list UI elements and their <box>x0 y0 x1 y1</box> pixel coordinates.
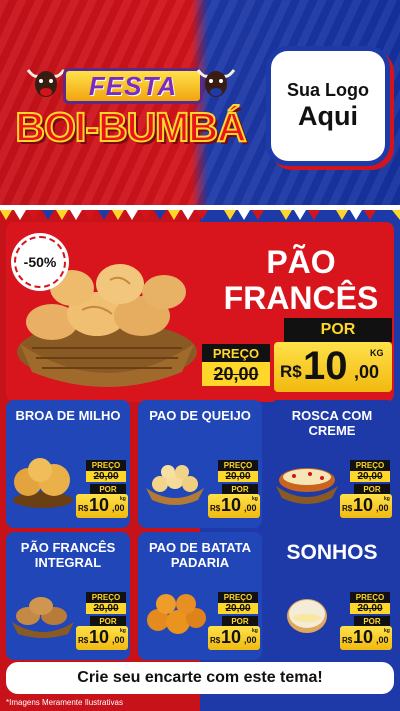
price-unit: kg <box>384 496 390 502</box>
pao-integral-image <box>12 597 74 638</box>
currency-symbol: R$ <box>210 636 221 645</box>
currency-symbol: R$ <box>78 504 89 513</box>
currency-symbol: R$ <box>342 504 353 513</box>
hero-product-card[interactable]: -50% PÃO FRANCÊS PREÇO 20,00 POR R$ 10 ,… <box>6 222 394 402</box>
new-price: R$ 10 ,00 KG <box>274 342 392 392</box>
price-decimal: ,00 <box>244 635 257 645</box>
hero-title-line1: PÃO <box>266 244 336 280</box>
product-card-rosca[interactable]: ROSCA COM CREME PREÇO 20,00 POR R$ 10 ,0… <box>270 400 394 528</box>
mini-price-block: PREÇO 20,00 POR R$ 10 ,00 kg <box>340 460 392 522</box>
broa-image <box>13 458 73 508</box>
bull-head-icon <box>196 69 236 97</box>
preco-label: PREÇO <box>86 460 126 471</box>
preco-label: PREÇO <box>350 592 390 603</box>
por-label: POR <box>284 318 392 342</box>
logo-line1: Sua Logo <box>287 80 369 100</box>
por-label: POR <box>222 616 258 626</box>
preco-label: PREÇO <box>218 460 258 471</box>
header-banner: FESTA BOI-BUMBÁ Sua Logo Aqui <box>0 0 400 205</box>
price-unit: kg <box>252 496 258 502</box>
new-price: R$ 10 ,00 kg <box>208 626 260 650</box>
price-unit: kg <box>120 628 126 634</box>
mini-price-block: PREÇO 20,00 POR R$ 10 ,00 kg <box>208 460 260 522</box>
price-integer: 10 <box>221 627 242 647</box>
price-decimal: ,00 <box>376 635 389 645</box>
currency-symbol: R$ <box>210 504 221 513</box>
boi-bumba-title: BOI-BUMBÁ <box>14 103 247 151</box>
price-decimal: ,00 <box>112 503 125 513</box>
bunting-decoration <box>0 210 400 220</box>
product-name: PAO DE QUEIJO <box>149 408 251 423</box>
preco-label: PREÇO <box>86 592 126 603</box>
new-price: R$ 10 ,00 kg <box>76 626 128 650</box>
old-price: 20,00 <box>86 603 126 614</box>
product-name: SONHOS <box>286 541 378 564</box>
pao-de-queijo-image <box>146 465 204 505</box>
mini-price-block: PREÇO 20,00 POR R$ 10 ,00 kg <box>76 460 128 522</box>
festa-label: FESTA <box>63 68 203 104</box>
hero-price-block: PREÇO 20,00 POR R$ 10 ,00 KG <box>202 318 392 398</box>
product-name: ROSCA COM CREME <box>291 408 373 438</box>
hero-product-title: PÃO FRANCÊS <box>211 244 391 316</box>
create-flyer-button[interactable]: Crie seu encarte com este tema! <box>6 662 394 694</box>
price-integer: 10 <box>221 495 242 515</box>
price-integer: 10 <box>353 627 374 647</box>
sonho-image <box>287 599 327 633</box>
por-label: POR <box>222 484 258 494</box>
por-label: POR <box>90 616 126 626</box>
price-decimal: ,00 <box>354 362 380 382</box>
mini-price-block: PREÇO 20,00 POR R$ 10 ,00 kg <box>208 592 260 654</box>
product-card-broa[interactable]: BROA DE MILHO PREÇO 20,00 POR R$ 10 ,00 … <box>6 400 130 528</box>
product-card-pao-batata[interactable]: PAO DE BATATA PADARIA PREÇO 20,00 POR R$… <box>138 532 262 660</box>
hero-title-line2: FRANCÊS <box>223 280 379 316</box>
price-decimal: ,00 <box>244 503 257 513</box>
por-label: POR <box>90 484 126 494</box>
discount-badge: -50% <box>14 236 66 288</box>
main-flyer: -50% PÃO FRANCÊS PREÇO 20,00 POR R$ 10 ,… <box>0 210 400 711</box>
bull-head-icon <box>26 69 66 97</box>
price-integer: 10 <box>89 627 110 647</box>
disclaimer-text: *Imagens Meramente Ilustrativas <box>6 698 123 707</box>
new-price: R$ 10 ,00 kg <box>76 494 128 518</box>
por-label: POR <box>354 484 390 494</box>
currency-symbol: R$ <box>280 362 302 381</box>
product-card-pao-queijo[interactable]: PAO DE QUEIJO PREÇO 20,00 POR R$ 10 ,00 … <box>138 400 262 528</box>
pao-de-batata-image <box>147 594 206 634</box>
product-card-sonhos[interactable]: SONHOS PREÇO 20,00 POR R$ 10 ,00 kg <box>270 532 394 660</box>
logo-placeholder[interactable]: Sua Logo Aqui <box>266 46 390 166</box>
price-integer: 10 <box>353 495 374 515</box>
new-price: R$ 10 ,00 kg <box>340 494 392 518</box>
mini-price-block: PREÇO 20,00 POR R$ 10 ,00 kg <box>76 592 128 654</box>
old-price: 20,00 <box>86 471 126 482</box>
product-card-pao-integral[interactable]: PÃO FRANCÊS INTEGRAL PREÇO 20,00 POR R$ … <box>6 532 130 660</box>
preco-label: PREÇO <box>350 460 390 471</box>
rosca-image <box>276 468 338 504</box>
old-price: 20,00 <box>350 603 390 614</box>
currency-symbol: R$ <box>78 636 89 645</box>
old-price: 20,00 <box>218 603 258 614</box>
price-decimal: ,00 <box>112 635 125 645</box>
price-unit: kg <box>384 628 390 634</box>
preco-label: PREÇO <box>202 344 270 362</box>
product-name: BROA DE MILHO <box>15 408 121 423</box>
product-name: PÃO FRANCÊS INTEGRAL <box>20 540 116 570</box>
price-integer: 10 <box>89 495 110 515</box>
price-unit: kg <box>120 496 126 502</box>
new-price: R$ 10 ,00 kg <box>208 494 260 518</box>
new-price: R$ 10 ,00 kg <box>340 626 392 650</box>
festa-boi-bumba-logo: FESTA BOI-BUMBÁ <box>8 60 253 170</box>
old-price: 20,00 <box>218 471 258 482</box>
por-label: POR <box>354 616 390 626</box>
price-unit: KG <box>370 348 384 358</box>
preco-label: PREÇO <box>218 592 258 603</box>
mini-price-block: PREÇO 20,00 POR R$ 10 ,00 kg <box>340 592 392 654</box>
price-integer: 10 <box>303 344 348 388</box>
old-price: 20,00 <box>350 471 390 482</box>
product-name: PAO DE BATATA PADARIA <box>148 540 252 570</box>
price-unit: kg <box>252 628 258 634</box>
currency-symbol: R$ <box>342 636 353 645</box>
old-price: 20,00 <box>202 362 270 386</box>
price-decimal: ,00 <box>376 503 389 513</box>
logo-line2: Aqui <box>298 101 358 131</box>
